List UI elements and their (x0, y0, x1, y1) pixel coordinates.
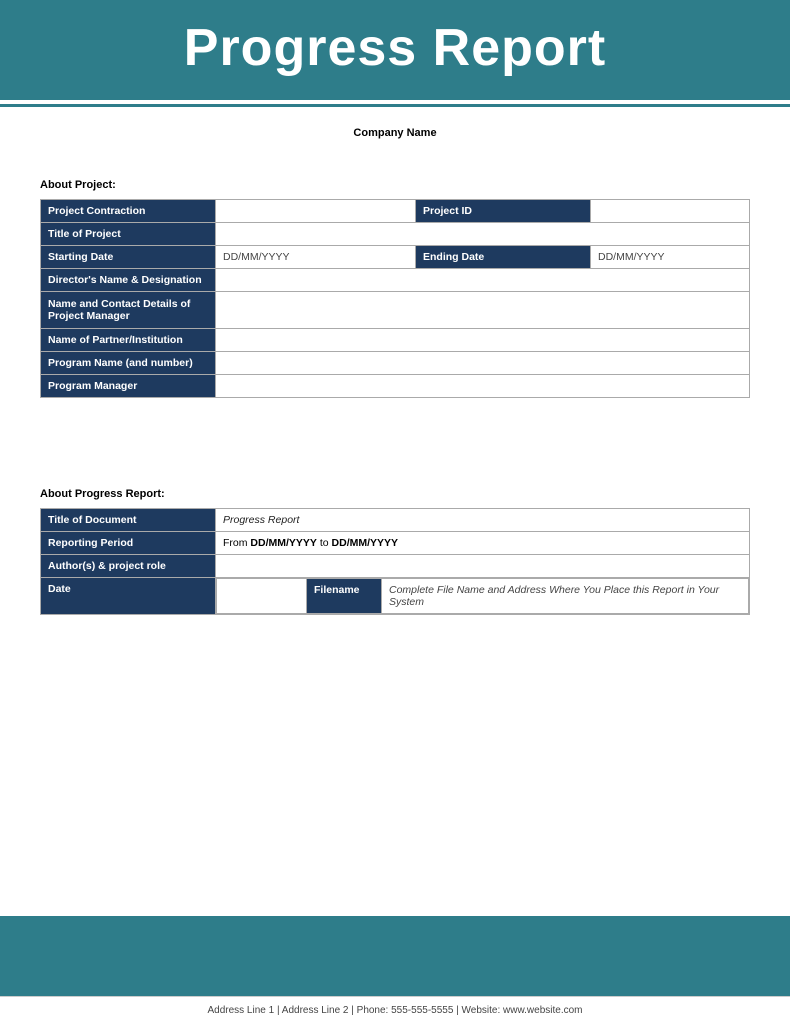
program-manager-value (216, 375, 750, 398)
title-project-label: Title of Project (41, 223, 216, 246)
date-label: Date (41, 578, 216, 615)
doc-title-value: Progress Report (216, 509, 750, 532)
filename-value: Complete File Name and Address Where You… (382, 579, 749, 614)
table-row: Program Manager (41, 375, 750, 398)
doc-title-label: Title of Document (41, 509, 216, 532)
title-project-value (216, 223, 750, 246)
table-row: Reporting Period From DD/MM/YYYY to DD/M… (41, 532, 750, 555)
program-name-value (216, 352, 750, 375)
table-row: Name and Contact Details ofProject Manag… (41, 292, 750, 329)
table-row: Title of Document Progress Report (41, 509, 750, 532)
project-contraction-value (216, 200, 416, 223)
reporting-period-value: From DD/MM/YYYY to DD/MM/YYYY (216, 532, 750, 555)
filename-label: Filename (307, 579, 382, 614)
partner-label: Name of Partner/Institution (41, 329, 216, 352)
footer-address: Address Line 1 | Address Line 2 | Phone:… (0, 996, 790, 1022)
director-label: Director's Name & Designation (41, 269, 216, 292)
program-manager-label: Program Manager (41, 375, 216, 398)
table-row: Program Name (and number) (41, 352, 750, 375)
company-name-label: Company Name (353, 127, 436, 139)
authors-value (216, 555, 750, 578)
table-row: Project Contraction Project ID (41, 200, 750, 223)
ending-date-value: DD/MM/YYYY (591, 246, 750, 269)
inner-table: Filename Complete File Name and Address … (216, 578, 749, 614)
project-contraction-label: Project Contraction (41, 200, 216, 223)
starting-date-label: Starting Date (41, 246, 216, 269)
header-banner: Progress Report (0, 0, 790, 100)
company-name-row: Company Name (40, 107, 750, 169)
ending-date-label: Ending Date (416, 246, 591, 269)
authors-label: Author(s) & project role (41, 555, 216, 578)
table-row: Author(s) & project role (41, 555, 750, 578)
spacer (40, 418, 750, 478)
project-id-value (591, 200, 750, 223)
program-name-label: Program Name (and number) (41, 352, 216, 375)
table-row: Name of Partner/Institution (41, 329, 750, 352)
contact-value (216, 292, 750, 329)
to-text: to (317, 537, 332, 549)
inner-row: Filename Complete File Name and Address … (217, 579, 749, 614)
date-filename-cell: Filename Complete File Name and Address … (216, 578, 750, 615)
contact-label: Name and Contact Details ofProject Manag… (41, 292, 216, 329)
project-table: Project Contraction Project ID Title of … (40, 199, 750, 398)
table-row: Starting Date DD/MM/YYYY Ending Date DD/… (41, 246, 750, 269)
header-title: Progress Report (0, 18, 790, 78)
from-text: From (223, 537, 250, 549)
starting-date-value: DD/MM/YYYY (216, 246, 416, 269)
table-row: Title of Project (41, 223, 750, 246)
footer-band (0, 916, 790, 996)
date-blank (217, 579, 307, 614)
to-date: DD/MM/YYYY (332, 537, 399, 549)
project-id-label: Project ID (416, 200, 591, 223)
director-value (216, 269, 750, 292)
table-row: Date Filename Complete File Name and Add… (41, 578, 750, 615)
table-row: Director's Name & Designation (41, 269, 750, 292)
progress-table: Title of Document Progress Report Report… (40, 508, 750, 615)
from-date: DD/MM/YYYY (250, 537, 317, 549)
partner-value (216, 329, 750, 352)
about-project-label: About Project: (40, 179, 750, 191)
about-progress-label: About Progress Report: (40, 488, 750, 500)
main-content: Company Name About Project: Project Cont… (0, 107, 790, 906)
reporting-period-label: Reporting Period (41, 532, 216, 555)
